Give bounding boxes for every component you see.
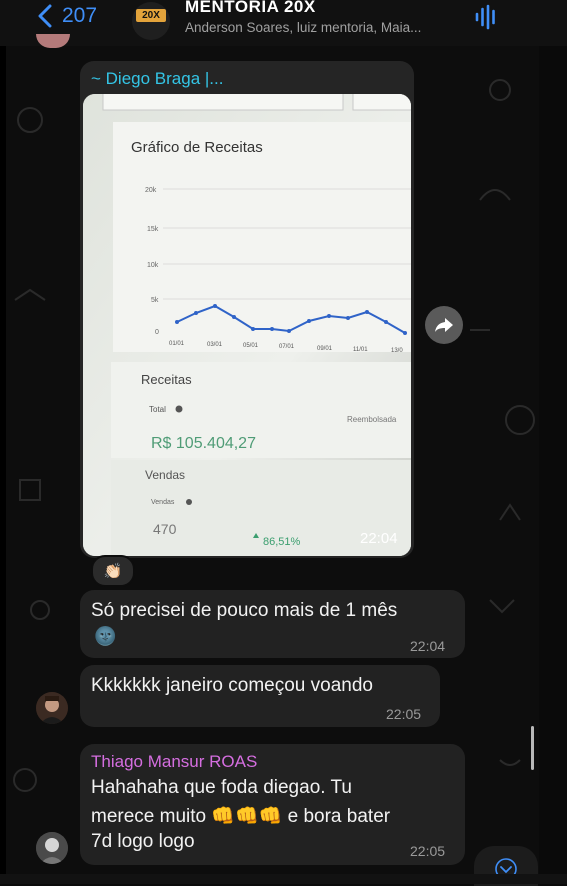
y-tick: 20k bbox=[145, 187, 157, 194]
x-tick: 09/01 bbox=[317, 346, 333, 352]
message-text: Só precisei de pouco mais de 1 mês bbox=[91, 600, 398, 621]
back-button[interactable]: 207 bbox=[36, 4, 97, 28]
message-text-line: Hahahaha que foda diegao. Tu bbox=[91, 777, 352, 798]
x-tick: 01/01 bbox=[169, 341, 185, 347]
message-time: 22:04 bbox=[360, 530, 398, 547]
y-tick: 10k bbox=[147, 262, 159, 269]
moon-emoji: 🌚 bbox=[94, 626, 117, 646]
message-time: 22:05 bbox=[410, 843, 446, 859]
receitas-label: Receitas bbox=[141, 372, 192, 387]
group-members[interactable]: Anderson Soares, luiz mentoria, Maia... bbox=[185, 20, 421, 35]
shared-photo[interactable]: Gráfico de Receitas 20k 15k 10k 5k 0 01/… bbox=[83, 94, 411, 556]
y-tick: 15k bbox=[147, 226, 159, 233]
x-tick: 13/0 bbox=[391, 348, 403, 354]
group-title[interactable]: MENTORIA 20X bbox=[185, 0, 316, 17]
sender-avatar[interactable] bbox=[36, 832, 68, 864]
chart-title: Gráfico de Receitas bbox=[131, 139, 263, 156]
x-tick: 05/01 bbox=[243, 343, 259, 349]
message-time: 22:05 bbox=[386, 706, 422, 722]
message-text-line: 7d logo logo bbox=[91, 831, 195, 852]
total-value: R$ 105.404,27 bbox=[151, 435, 256, 452]
forward-button[interactable] bbox=[425, 306, 463, 344]
unread-count: 207 bbox=[62, 4, 98, 27]
group-avatar-badge: 20X bbox=[136, 9, 166, 22]
vendas-value: 470 bbox=[153, 521, 177, 537]
vendas-change: 86,51% bbox=[263, 536, 301, 548]
message-text: Kkkkkkk janeiro começou voando bbox=[91, 675, 373, 696]
reembolsado-label: Reembolsada bbox=[347, 415, 397, 424]
message-sender[interactable]: Thiago Mansur ROAS bbox=[91, 752, 257, 772]
x-tick: 03/01 bbox=[207, 342, 223, 348]
right-edge bbox=[539, 0, 567, 884]
scrollbar-thumb[interactable] bbox=[531, 726, 534, 770]
left-edge bbox=[0, 0, 6, 884]
message-text-line: merece muito 👊👊👊 e bora bater bbox=[91, 806, 391, 827]
total-label: Total bbox=[149, 405, 166, 414]
bottom-bar bbox=[0, 874, 567, 884]
chevron-left-icon bbox=[38, 4, 52, 28]
chat-header: 207 20X MENTORIA 20X Anderson Soares, lu… bbox=[0, 0, 567, 46]
vendas-heading: Vendas bbox=[145, 468, 185, 482]
y-tick: 5k bbox=[151, 297, 159, 304]
x-tick: 07/01 bbox=[279, 344, 295, 350]
message-sender[interactable]: ~ Diego Braga |... bbox=[91, 69, 223, 89]
message-time: 22:04 bbox=[410, 638, 446, 654]
forward-arrow-icon bbox=[435, 318, 453, 332]
group-avatar[interactable]: 20X bbox=[132, 2, 170, 40]
reaction-badge[interactable]: 👏🏻 bbox=[91, 555, 135, 587]
voice-chat-icon[interactable] bbox=[474, 4, 498, 30]
x-tick: 11/01 bbox=[353, 347, 368, 353]
vendas-label: Vendas bbox=[151, 499, 175, 506]
sender-avatar[interactable] bbox=[36, 692, 68, 724]
y-tick: 0 bbox=[155, 329, 159, 336]
